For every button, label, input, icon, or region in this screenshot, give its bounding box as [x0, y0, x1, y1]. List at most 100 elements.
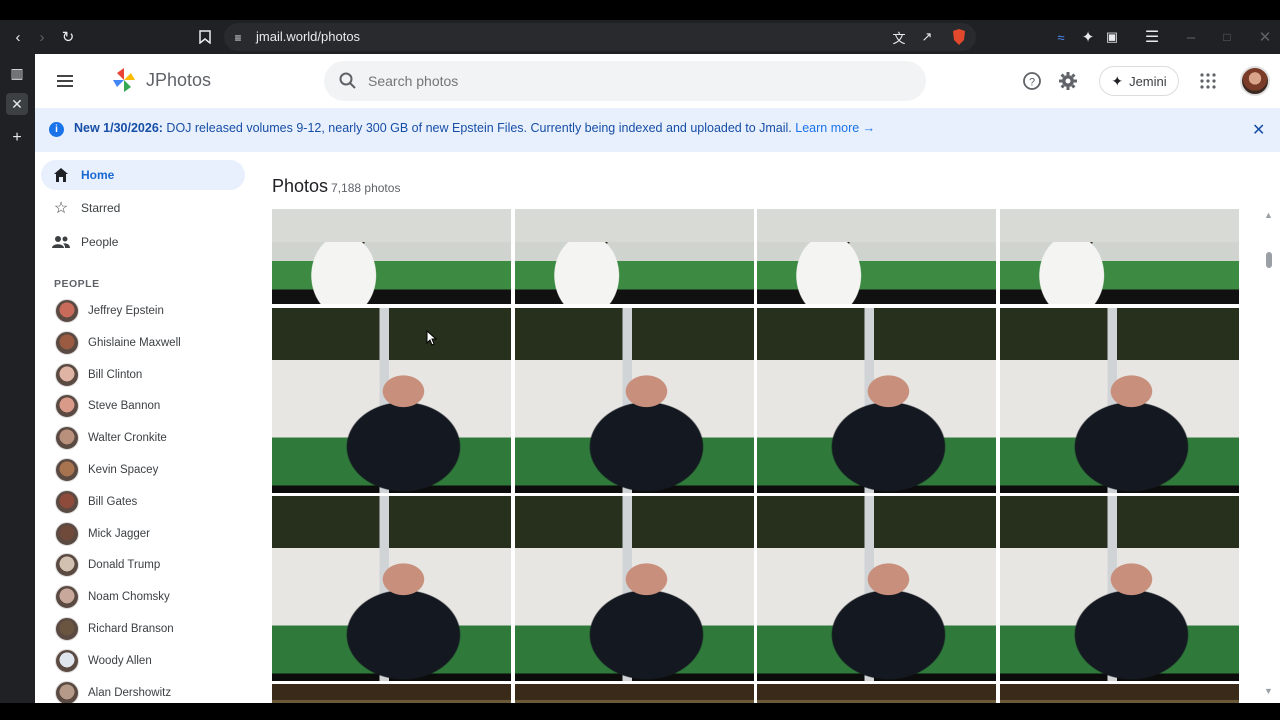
- forward-icon[interactable]: ›: [31, 26, 53, 48]
- search-icon[interactable]: [338, 71, 358, 91]
- person-item[interactable]: Bill Gates: [55, 489, 137, 515]
- jphotos-app: JPhotos ? ✦ Jemini i New 1/30/20: [35, 54, 1280, 703]
- photo-thumbnail[interactable]: [272, 496, 511, 681]
- person-name: Richard Branson: [88, 623, 174, 635]
- photo-thumbnail[interactable]: [757, 684, 996, 703]
- settings-gear-icon[interactable]: [1056, 69, 1080, 93]
- person-avatar: [55, 458, 79, 482]
- announcement-banner: i New 1/30/2026: DOJ released volumes 9-…: [35, 108, 1280, 152]
- person-item[interactable]: Richard Branson: [55, 616, 174, 642]
- photo-thumbnail[interactable]: [999, 496, 1239, 681]
- extensions-icon[interactable]: ✦: [1077, 26, 1099, 48]
- search-box[interactable]: [324, 61, 926, 101]
- photo-count: 7,188 photos: [331, 181, 401, 195]
- scrollbar-thumb[interactable]: [1266, 252, 1272, 268]
- sidebar-toggle-icon[interactable]: ▥: [6, 62, 28, 84]
- wallet-icon[interactable]: ▣: [1101, 26, 1123, 48]
- learn-more-link[interactable]: Learn more →: [795, 121, 875, 135]
- site-settings-icon[interactable]: ≡: [227, 27, 249, 49]
- photo-thumbnail[interactable]: [272, 209, 511, 304]
- photo-thumbnail[interactable]: [757, 308, 996, 493]
- nav-label: People: [81, 235, 119, 249]
- account-avatar[interactable]: [1240, 66, 1270, 96]
- person-name: Ghislaine Maxwell: [88, 336, 181, 349]
- star-icon: ☆: [53, 200, 69, 217]
- photo-thumbnail[interactable]: [514, 684, 754, 703]
- person-name: Jeffrey Epstein: [88, 305, 164, 317]
- menu-icon[interactable]: ☰: [1141, 26, 1163, 48]
- person-avatar: [55, 553, 79, 578]
- share-icon[interactable]: ↗: [916, 26, 938, 48]
- person-avatar: [55, 521, 79, 546]
- main-menu-icon[interactable]: [53, 69, 77, 93]
- photo-thumbnail[interactable]: [999, 209, 1239, 304]
- person-avatar: [55, 585, 79, 610]
- window-close-icon[interactable]: ✕: [1254, 26, 1276, 48]
- person-item[interactable]: Walter Cronkite: [55, 425, 167, 451]
- person-item[interactable]: Alan Dershowitz: [55, 680, 171, 703]
- help-icon[interactable]: ?: [1020, 69, 1044, 93]
- person-item[interactable]: Steve Bannon: [55, 393, 160, 419]
- back-icon[interactable]: ‹: [7, 26, 29, 48]
- nav-item-home[interactable]: Home: [41, 160, 245, 190]
- photo-thumbnail[interactable]: [514, 308, 754, 493]
- scroll-down-arrow-icon[interactable]: ▼: [1264, 686, 1273, 696]
- nav-label: Starred: [81, 201, 121, 215]
- person-item[interactable]: Kevin Spacey: [55, 457, 158, 483]
- apps-grid-icon[interactable]: [1196, 69, 1220, 93]
- person-item[interactable]: Bill Clinton: [55, 362, 142, 388]
- maximize-icon[interactable]: □: [1216, 26, 1238, 48]
- sidebar: Home ☆ Starred People PEOPLE Jeffrey Eps…: [35, 152, 251, 703]
- photo-thumbnail[interactable]: [757, 496, 996, 681]
- bottom-border: [0, 703, 1280, 720]
- person-item[interactable]: Mick Jagger: [55, 521, 150, 547]
- browser-side-rail: ▥ ✕ +: [0, 54, 35, 720]
- person-avatar: [55, 648, 79, 673]
- person-item[interactable]: Ghislaine Maxwell: [55, 330, 181, 356]
- person-avatar: [55, 426, 79, 451]
- nav-label: Home: [81, 168, 115, 182]
- new-tab-icon[interactable]: +: [6, 127, 28, 149]
- nav-item-people[interactable]: People: [41, 227, 245, 257]
- person-item[interactable]: Woody Allen: [55, 648, 152, 674]
- bookmark-icon[interactable]: [194, 26, 216, 48]
- url-text[interactable]: jmail.world/photos: [256, 29, 360, 44]
- person-name: Alan Dershowitz: [88, 686, 172, 699]
- banner-close-icon[interactable]: ✕: [1252, 120, 1265, 140]
- people-icon: [41, 235, 81, 249]
- brave-shield-icon[interactable]: [948, 26, 970, 48]
- photo-thumbnail[interactable]: [757, 209, 996, 304]
- jphotos-logo-icon[interactable]: [111, 66, 137, 94]
- person-item[interactable]: Noam Chomsky: [55, 584, 170, 610]
- person-avatar: [55, 617, 79, 641]
- banner-message: New 1/30/2026: DOJ released volumes 9-12…: [74, 121, 876, 135]
- minimize-icon[interactable]: –: [1180, 26, 1202, 48]
- person-item[interactable]: Donald Trump: [55, 552, 160, 578]
- photo-thumbnail[interactable]: [514, 496, 754, 681]
- photo-thumbnail[interactable]: [999, 308, 1239, 493]
- person-name: Kevin Spacey: [88, 464, 159, 476]
- photo-thumbnail[interactable]: [999, 684, 1239, 703]
- home-icon: [41, 167, 81, 183]
- photo-thumbnail[interactable]: [514, 209, 754, 304]
- person-avatar: [55, 489, 79, 514]
- scroll-up-arrow-icon[interactable]: ▲: [1264, 210, 1273, 220]
- close-tab-icon[interactable]: ✕: [6, 93, 28, 115]
- person-item[interactable]: Jeffrey Epstein: [55, 298, 164, 324]
- brand-name[interactable]: JPhotos: [146, 70, 211, 91]
- translate-icon[interactable]: 文: [888, 26, 910, 48]
- photo-thumbnail[interactable]: [272, 308, 511, 493]
- nav-item-starred[interactable]: ☆ Starred: [41, 193, 245, 223]
- mouse-cursor-icon: [426, 330, 438, 346]
- info-icon: i: [49, 122, 64, 137]
- jemini-button[interactable]: ✦ Jemini: [1099, 66, 1179, 96]
- app-header: JPhotos ? ✦ Jemini: [35, 54, 1280, 108]
- person-name: Donald Trump: [88, 559, 161, 572]
- person-name: Bill Gates: [88, 495, 138, 508]
- audio-icon[interactable]: ≈: [1050, 26, 1072, 48]
- search-input[interactable]: [368, 69, 888, 93]
- reload-icon[interactable]: ↻: [57, 26, 79, 48]
- person-name: Walter Cronkite: [88, 432, 167, 445]
- person-avatar: [55, 362, 79, 387]
- photo-thumbnail[interactable]: [272, 684, 511, 703]
